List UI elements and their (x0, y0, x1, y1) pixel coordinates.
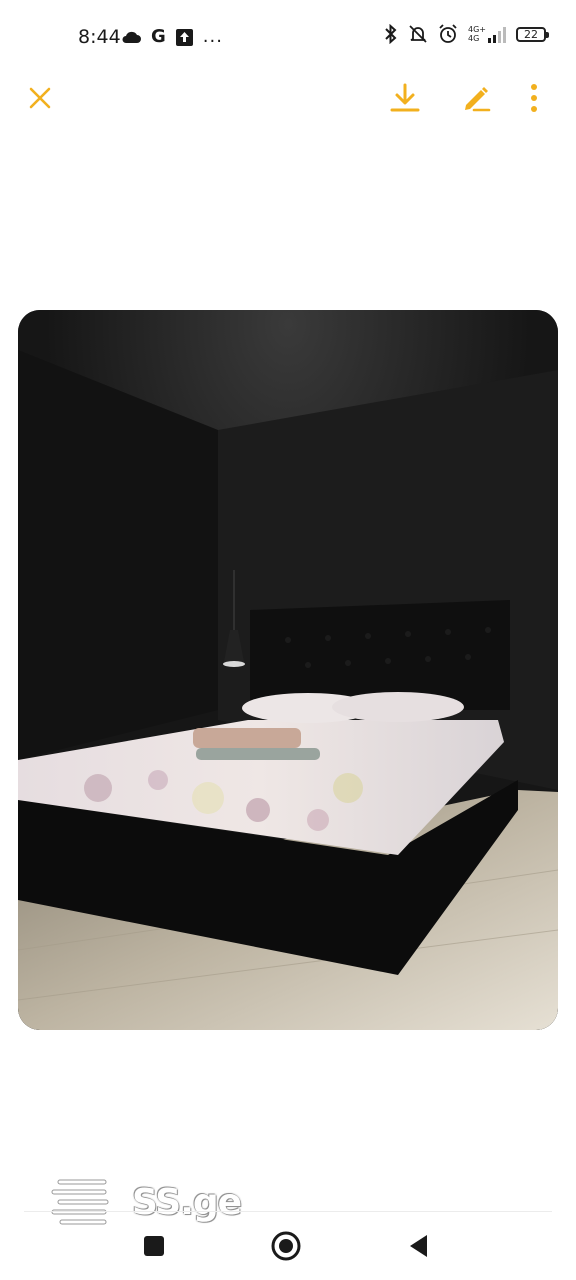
signal-icon: 4G+ 4G (468, 25, 506, 43)
battery-level: 22 (524, 27, 538, 41)
close-button[interactable] (20, 78, 60, 118)
alarm-icon (439, 24, 457, 43)
home-button[interactable] (264, 1224, 308, 1268)
close-icon (29, 87, 51, 109)
network-type-label-secondary: 4G (468, 34, 480, 43)
back-icon (410, 1235, 427, 1257)
back-button[interactable] (396, 1224, 440, 1268)
more-options-button[interactable] (514, 78, 554, 118)
viewer-toolbar (0, 70, 576, 126)
nav-divider (24, 1211, 552, 1212)
google-icon: G (151, 26, 166, 47)
system-nav-bar (0, 1214, 576, 1280)
download-icon (390, 83, 420, 112)
status-left-icons: G ... (121, 26, 223, 48)
recent-apps-button[interactable] (132, 1224, 176, 1268)
more-notifications-icon: ... (202, 26, 223, 47)
pencil-icon (465, 87, 491, 112)
network-type-label: 4G+ (468, 25, 486, 34)
bedroom-photo[interactable] (18, 310, 558, 1030)
mute-icon (409, 25, 427, 43)
status-bar: 8:44 G ... 4G+ 4G 22 (0, 0, 576, 70)
download-button[interactable] (385, 78, 425, 118)
status-right-icons: 4G+ 4G 22 (384, 24, 549, 44)
upload-icon (175, 28, 193, 46)
bluetooth-icon (385, 24, 397, 44)
edit-button[interactable] (456, 78, 496, 118)
status-time: 8:44 (78, 26, 121, 48)
recent-apps-icon (144, 1236, 164, 1256)
home-icon (271, 1231, 301, 1261)
more-vertical-icon (531, 84, 537, 112)
cloud-icon (122, 31, 141, 43)
battery-icon: 22 (516, 26, 549, 42)
